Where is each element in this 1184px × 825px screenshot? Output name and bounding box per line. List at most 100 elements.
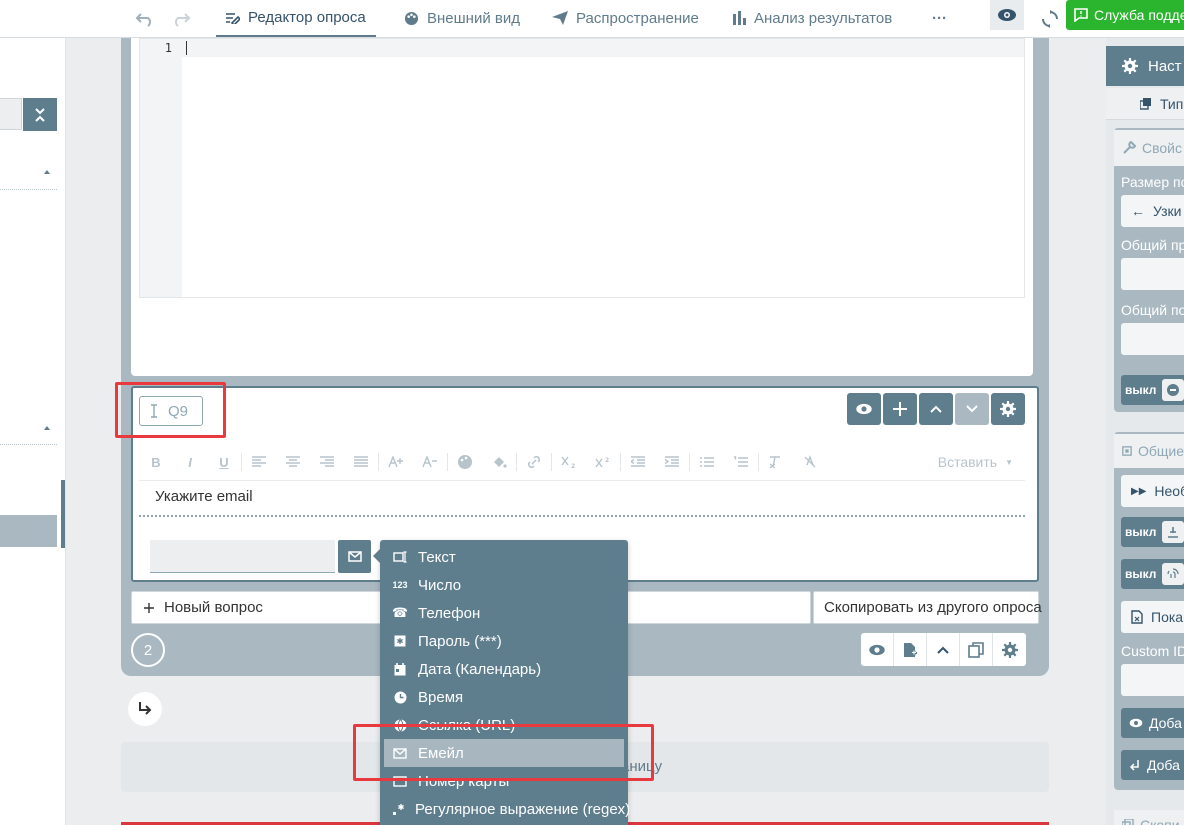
font-decrease-icon[interactable] xyxy=(413,447,447,477)
toggle-switch[interactable]: выкл xyxy=(1121,559,1184,589)
clear-format-icon[interactable] xyxy=(759,447,793,477)
toggle-label: выкл xyxy=(1125,525,1157,539)
underline-button[interactable]: U xyxy=(207,447,241,477)
general-header[interactable]: Общие xyxy=(1114,434,1184,468)
menu-item-password[interactable]: Пароль (***) xyxy=(384,627,624,655)
new-question-label: Новый вопрос xyxy=(164,599,263,616)
more-menu-button[interactable]: ··· xyxy=(932,0,947,36)
question-preview-button[interactable] xyxy=(847,393,881,425)
indent-icon[interactable] xyxy=(655,447,689,477)
menu-item-number[interactable]: 123 Число xyxy=(384,571,624,599)
menu-item-time[interactable]: Время xyxy=(384,683,624,711)
question-actions xyxy=(847,393,1025,425)
duplicate-page-button[interactable] xyxy=(960,633,993,666)
toolbox-item-selected[interactable] xyxy=(0,515,57,547)
question-title[interactable]: Укажите email xyxy=(155,488,253,505)
collapse-icon xyxy=(35,107,45,122)
move-down-button[interactable] xyxy=(955,393,989,425)
align-left-icon[interactable] xyxy=(242,447,276,477)
add-button-1[interactable]: Доба xyxy=(1121,708,1184,738)
align-right-icon[interactable] xyxy=(310,447,344,477)
show-label: Пока xyxy=(1151,609,1184,625)
page-up-button[interactable] xyxy=(927,633,960,666)
bullet-list-icon[interactable] xyxy=(690,447,724,477)
font-increase-icon[interactable] xyxy=(379,447,413,477)
common-label-1: Общий пр xyxy=(1121,237,1184,253)
toggle-switch[interactable]: выкл xyxy=(1121,375,1184,405)
tab-distribution[interactable]: Распространение xyxy=(552,0,699,36)
toolbox-search-input[interactable] xyxy=(0,98,22,130)
svg-text:2: 2 xyxy=(571,463,575,468)
support-button[interactable]: Служба подде xyxy=(1066,0,1184,30)
minus-icon xyxy=(1162,379,1184,401)
add-page-button[interactable] xyxy=(894,633,927,666)
preview-button[interactable] xyxy=(990,0,1024,30)
properties-header[interactable]: Свойс xyxy=(1114,130,1184,166)
menu-item-text[interactable]: Текст xyxy=(384,543,624,571)
custom-id-label: Custom ID xyxy=(1121,643,1184,659)
code-editor[interactable]: 1 xyxy=(139,38,1025,298)
subscript-icon[interactable]: 2 xyxy=(552,447,586,477)
type-tab[interactable]: Тип xyxy=(1106,88,1184,120)
hide-icon[interactable] xyxy=(793,447,827,477)
divider xyxy=(0,189,57,190)
edit-icon xyxy=(226,12,240,24)
insert-dropdown[interactable]: Вставить ▼ xyxy=(938,454,1025,470)
custom-id-input[interactable] xyxy=(1121,664,1184,696)
tab-label: Распространение xyxy=(576,9,699,27)
tab-label: Внешний вид xyxy=(427,9,520,27)
common-input-2[interactable] xyxy=(1121,323,1184,355)
bold-button[interactable]: B xyxy=(139,447,173,477)
page-settings-button[interactable] xyxy=(993,633,1026,666)
required-field[interactable]: ▶▶ Необ xyxy=(1121,475,1184,507)
add-question-button[interactable] xyxy=(883,393,917,425)
tab-analysis[interactable]: Анализ результатов xyxy=(732,0,892,36)
divider xyxy=(0,444,57,445)
settings-header[interactable]: Наст xyxy=(1106,46,1184,86)
input-type-button[interactable] xyxy=(338,540,371,573)
add-button-2[interactable]: Доба xyxy=(1121,750,1184,780)
toggle-switch[interactable]: выкл xyxy=(1121,517,1184,547)
sync-button[interactable] xyxy=(1036,0,1064,38)
text-color-icon[interactable] xyxy=(448,447,482,477)
undo-icon xyxy=(135,13,151,27)
menu-item-label: Пароль (***) xyxy=(418,632,502,650)
menu-item-label: Телефон xyxy=(418,604,481,622)
active-code-line[interactable] xyxy=(182,39,1024,57)
branching-button[interactable] xyxy=(128,692,162,726)
caret-up-icon[interactable] xyxy=(44,426,50,430)
copy-from-survey-button[interactable]: Скопировать из другого опроса xyxy=(813,591,1042,624)
align-center-icon[interactable] xyxy=(276,447,310,477)
svg-text:2: 2 xyxy=(605,457,609,464)
tab-survey-editor[interactable]: Редактор опроса xyxy=(216,0,376,37)
move-up-button[interactable] xyxy=(919,393,953,425)
insert-label: Вставить xyxy=(937,454,998,470)
fingerprint-icon xyxy=(1162,563,1184,585)
common-input-1[interactable] xyxy=(1121,258,1184,290)
question-settings-button[interactable] xyxy=(991,393,1025,425)
menu-item-date[interactable]: Дата (Календарь) xyxy=(384,655,624,683)
page-preview-button[interactable] xyxy=(861,633,894,666)
link-icon[interactable] xyxy=(517,447,551,477)
copy-section-label: Скопи xyxy=(1140,817,1180,825)
collapse-button[interactable] xyxy=(23,98,57,131)
undo-button[interactable] xyxy=(128,0,162,38)
show-button[interactable]: Пока xyxy=(1121,601,1184,633)
clock-icon xyxy=(392,691,408,704)
caret-up-icon[interactable] xyxy=(44,170,50,174)
menu-item-phone[interactable]: ☎ Телефон xyxy=(384,599,624,627)
fill-color-icon[interactable] xyxy=(482,447,516,477)
general-header-label: Общие xyxy=(1137,443,1184,459)
align-justify-icon[interactable] xyxy=(344,447,378,477)
numbered-list-icon[interactable] xyxy=(724,447,758,477)
copy-section-header[interactable]: Скопи xyxy=(1114,810,1184,825)
outdent-icon[interactable] xyxy=(621,447,655,477)
tab-appearance[interactable]: Внешний вид xyxy=(404,0,520,36)
menu-item-regex[interactable]: Регулярное выражение (regex) xyxy=(384,795,630,823)
email-input[interactable] xyxy=(150,540,335,573)
italic-button[interactable]: I xyxy=(173,447,207,477)
scrollbar-thumb[interactable] xyxy=(61,480,65,548)
superscript-icon[interactable]: 2 xyxy=(586,447,620,477)
size-select[interactable]: ← Узки xyxy=(1121,195,1184,227)
redo-button[interactable] xyxy=(164,0,198,38)
